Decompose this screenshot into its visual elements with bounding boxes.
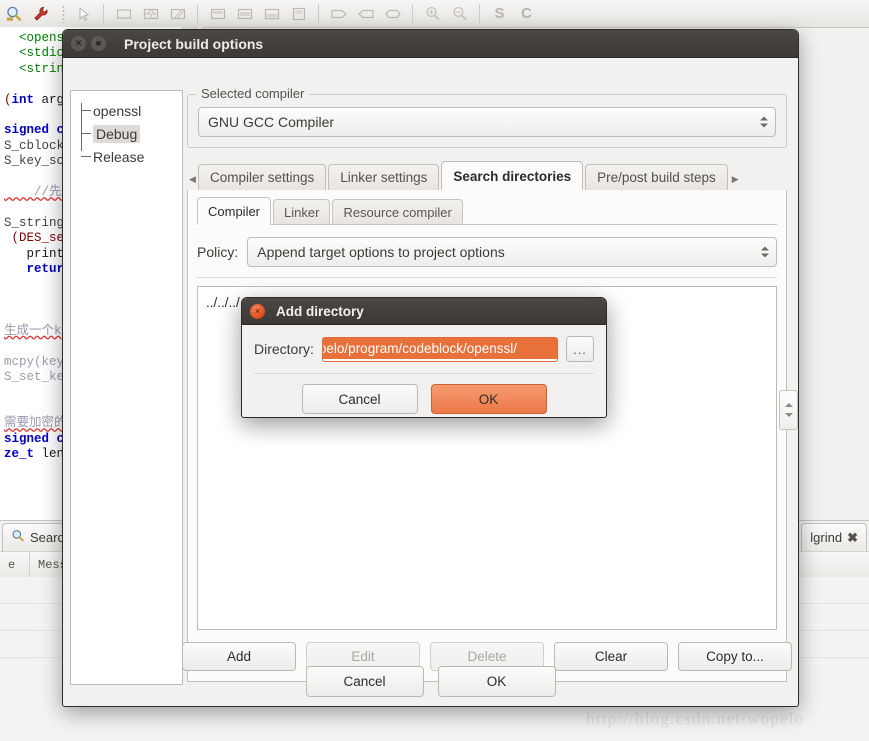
move-up-icon[interactable] <box>784 403 793 407</box>
toolbar-group-tools <box>0 0 54 27</box>
tab-linker-settings[interactable]: Linker settings <box>328 164 440 191</box>
tab-pre-post-build-steps[interactable]: Pre/post build steps <box>585 164 728 191</box>
policy-divider <box>197 277 777 278</box>
policy-row: Policy: Append target options to project… <box>197 237 777 267</box>
close-icon[interactable]: ✖ <box>847 530 858 546</box>
dialog-buttons: Cancel OK <box>242 384 606 414</box>
zoom-tool-icon[interactable] <box>0 2 27 25</box>
window-title-bar[interactable]: ✕ ■ Project build options <box>63 30 798 58</box>
watermark-text: http://blog.csdn.net/wopelo <box>586 709 805 728</box>
search-directories-panel: Compiler Linker Resource compiler Policy… <box>182 190 798 682</box>
log-tab-valgrind[interactable]: lgrind ✖ <box>801 523 867 551</box>
add-directory-dialog: × Add directory Directory: pelo/program/… <box>241 297 607 418</box>
move-down-icon[interactable] <box>784 413 793 417</box>
directory-input[interactable]: pelo/program/codeblock/openssl/ <box>321 336 558 362</box>
toolbar-empty-area <box>540 0 869 27</box>
window-close-icon[interactable]: ✕ <box>71 36 86 51</box>
wrench-tool-icon[interactable] <box>27 2 54 25</box>
log-tab-valgrind-label: lgrind <box>810 530 843 545</box>
align-bottom-icon[interactable] <box>258 2 285 25</box>
window-maximize-icon[interactable]: ■ <box>91 36 106 51</box>
policy-select-value: Append target options to project options <box>257 244 505 260</box>
tab-compiler-settings[interactable]: Compiler settings <box>198 164 327 191</box>
dialog-close-icon[interactable]: × <box>250 303 265 319</box>
settings-tab-strip: ◀ Compiler settings Linker settings Sear… <box>187 161 787 191</box>
tab-scroll-left-button[interactable]: ◀ <box>187 167 198 191</box>
toolbar-group-shapes: S C <box>70 0 540 27</box>
tree-item-release[interactable]: Release <box>71 145 182 168</box>
toolbar-separator <box>479 4 480 23</box>
compiler-select[interactable]: GNU GCC Compiler <box>198 107 776 137</box>
symbol-c-icon[interactable]: C <box>513 2 540 25</box>
compiler-select-value: GNU GCC Compiler <box>208 114 335 130</box>
dialog-ok-button[interactable]: OK <box>430 384 547 414</box>
split-horizontal-icon[interactable] <box>137 2 164 25</box>
align-top-icon[interactable] <box>204 2 231 25</box>
dialog-title-label: Add directory <box>276 303 364 319</box>
ellipse-box-icon[interactable] <box>379 2 406 25</box>
chevron-updown-icon <box>761 246 769 258</box>
selected-compiler-label: Selected compiler <box>196 86 310 101</box>
arrow-left-box-icon[interactable] <box>352 2 379 25</box>
toolbar-separator <box>103 4 104 23</box>
cancel-button[interactable]: Cancel <box>305 666 424 697</box>
directory-sub-tabs: Compiler Linker Resource compiler <box>197 197 777 225</box>
dialog-cancel-button[interactable]: Cancel <box>301 384 418 414</box>
align-middle-icon[interactable] <box>231 2 258 25</box>
tab-scroll-right-button[interactable]: ▶ <box>730 167 741 191</box>
subtab-compiler[interactable]: Compiler <box>197 197 272 225</box>
panel-icon[interactable] <box>285 2 312 25</box>
list-reorder-stepper[interactable] <box>779 390 798 430</box>
browse-button[interactable]: ... <box>566 336 594 362</box>
search-icon <box>11 529 25 546</box>
policy-select[interactable]: Append target options to project options <box>247 237 777 267</box>
toolbar-separator <box>197 4 198 23</box>
main-toolbar: S C <box>0 0 869 28</box>
directory-field-row: Directory: pelo/program/codeblock/openss… <box>242 325 606 362</box>
toolbar-separator <box>412 4 413 23</box>
toolbar-grip[interactable] <box>60 4 67 23</box>
tree-item-debug[interactable]: Debug <box>71 122 182 145</box>
dialog-title-bar[interactable]: × Add directory <box>242 298 606 325</box>
tree-item-label: Debug <box>93 124 141 143</box>
zoom-in-icon[interactable] <box>419 2 446 25</box>
window-title-label: Project build options <box>124 35 264 52</box>
pointer-tool-icon[interactable] <box>70 2 97 25</box>
tab-search-directories[interactable]: Search directories <box>441 161 584 191</box>
log-column-file[interactable]: e <box>0 552 30 578</box>
directory-field-label: Directory: <box>254 341 314 357</box>
dialog-divider <box>254 373 594 374</box>
subtab-resource-compiler[interactable]: Resource compiler <box>332 199 463 225</box>
arrow-right-box-icon[interactable] <box>325 2 352 25</box>
policy-label: Policy: <box>197 244 239 260</box>
ok-button[interactable]: OK <box>437 666 556 697</box>
tree-item-openssl[interactable]: openssl <box>71 99 182 122</box>
skew-tool-icon[interactable] <box>164 2 191 25</box>
directory-input-value: pelo/program/codeblock/openssl/ <box>322 337 557 359</box>
chevron-updown-icon <box>760 116 768 128</box>
target-tree-list: openssl Debug Release <box>71 91 182 168</box>
selected-compiler-group: Selected compiler GNU GCC Compiler <box>187 86 787 148</box>
tree-item-label: openssl <box>93 102 142 119</box>
toolbar-separator <box>318 4 319 23</box>
zoom-out-icon[interactable] <box>446 2 473 25</box>
subtab-linker[interactable]: Linker <box>273 199 331 225</box>
symbol-s-icon[interactable]: S <box>486 2 513 25</box>
target-tree[interactable]: openssl Debug Release <box>70 90 183 685</box>
tree-item-label: Release <box>93 148 145 165</box>
rectangle-tool-icon[interactable] <box>110 2 137 25</box>
window-footer-buttons: Cancel OK <box>63 666 798 697</box>
